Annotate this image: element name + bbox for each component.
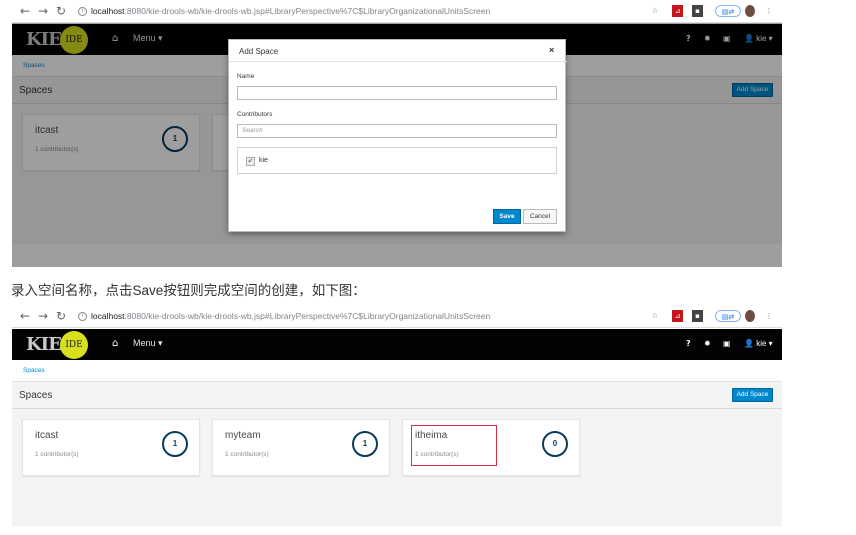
cancel-button[interactable]: Cancel	[523, 209, 557, 224]
app-navbar: KIE IDE ⌂ Menu ▾ ? ✹ ▣ 👤 kie ▾	[12, 329, 782, 360]
space-project-count: 0	[542, 431, 568, 457]
arrow-left-icon[interactable]: ←	[18, 3, 32, 19]
extension-icon[interactable]: ▪	[692, 5, 703, 17]
space-name: itcast	[35, 430, 59, 441]
add-space-button[interactable]: Add Space	[732, 388, 773, 402]
space-project-count: 1	[162, 431, 188, 457]
close-icon[interactable]: ×	[549, 45, 554, 55]
user-name: kie	[756, 339, 767, 348]
breadcrumb: Spaces	[12, 360, 782, 382]
kie-logo[interactable]: KIE	[26, 334, 62, 355]
contributors-list: ✔ kie	[237, 147, 557, 174]
dialog-title: Add Space	[239, 47, 279, 56]
space-contributors: 1 contributor(s)	[415, 451, 459, 458]
dialog-header: Add Space ×	[229, 40, 567, 62]
screenshot-spaces-after-save: ← → ↻ i localhost:8080/kie-drools-wb/kie…	[12, 305, 782, 526]
contributors-label: Contributors	[237, 111, 273, 118]
page-header: Spaces Add Space	[12, 382, 782, 409]
translate-extension-icon[interactable]: ▤⇄	[715, 5, 741, 17]
pdf-extension-icon[interactable]: ⊿	[672, 5, 683, 17]
user-menu[interactable]: 👤 kie ▾	[744, 339, 773, 348]
add-space-dialog: Add Space × Name Contributors Search ✔ k…	[228, 39, 567, 232]
briefcase-icon[interactable]: ▣	[723, 339, 731, 348]
contributor-checkbox[interactable]: ✔	[246, 157, 255, 166]
arrow-left-icon[interactable]: ←	[18, 308, 32, 324]
star-icon[interactable]: ☆	[650, 310, 660, 322]
space-project-count: 1	[352, 431, 378, 457]
site-info-icon[interactable]: i	[78, 7, 87, 16]
space-name: myteam	[225, 430, 261, 441]
translate-extension-icon[interactable]: ▤⇄	[715, 310, 741, 322]
arrow-right-icon[interactable]: →	[36, 308, 50, 324]
reload-icon[interactable]: ↻	[54, 3, 68, 19]
kebab-menu-icon[interactable]: ⋮	[765, 5, 773, 17]
space-contributors: 1 contributor(s)	[225, 451, 269, 458]
save-button[interactable]: Save	[493, 209, 521, 224]
space-card-new[interactable]: itheima 1 contributor(s) 0	[402, 419, 580, 476]
extension-icon[interactable]: ▪	[692, 310, 703, 322]
star-icon[interactable]: ☆	[650, 5, 660, 17]
contributors-search-input[interactable]: Search	[237, 124, 557, 138]
help-icon[interactable]: ?	[686, 339, 691, 348]
kebab-menu-icon[interactable]: ⋮	[765, 310, 773, 322]
space-card[interactable]: myteam 1 contributor(s) 1	[212, 419, 390, 476]
name-label: Name	[237, 73, 255, 80]
space-name-input[interactable]	[237, 86, 557, 100]
page-title: Spaces	[19, 390, 53, 401]
space-contributors: 1 contributor(s)	[35, 451, 79, 458]
profile-avatar[interactable]	[745, 5, 755, 17]
reload-icon[interactable]: ↻	[54, 308, 68, 324]
home-icon[interactable]: ⌂	[112, 338, 118, 349]
url-host: localhost	[91, 6, 125, 16]
url-path: :8080/kie-drools-wb/kie-drools-wb.jsp#Li…	[124, 311, 491, 321]
site-info-icon[interactable]: i	[78, 312, 87, 321]
pdf-extension-icon[interactable]: ⊿	[672, 310, 683, 322]
browser-toolbar: ← → ↻ i localhost:8080/kie-drools-wb/kie…	[12, 0, 782, 23]
address-bar[interactable]: localhost:8080/kie-drools-wb/kie-drools-…	[91, 3, 490, 19]
menu-label: Menu	[133, 338, 156, 348]
arrow-right-icon[interactable]: →	[36, 3, 50, 19]
breadcrumb-spaces-link[interactable]: Spaces	[23, 367, 45, 374]
screenshot-add-space-dialog: ← → ↻ i localhost:8080/kie-drools-wb/kie…	[12, 0, 782, 267]
space-name: itheima	[415, 430, 448, 441]
profile-avatar[interactable]	[745, 310, 755, 322]
url-path: :8080/kie-drools-wb/kie-drools-wb.jsp#Li…	[124, 6, 491, 16]
url-host: localhost	[91, 311, 125, 321]
address-bar[interactable]: localhost:8080/kie-drools-wb/kie-drools-…	[91, 308, 490, 324]
gear-icon[interactable]: ✹	[704, 339, 711, 348]
spaces-list: itcast 1 contributor(s) 1 myteam 1 contr…	[12, 409, 782, 526]
instruction-caption: 录入空间名称，点击Save按钮则完成空间的创建，如下图：	[11, 283, 366, 298]
ide-logo-badge: IDE	[60, 331, 88, 359]
space-card[interactable]: itcast 1 contributor(s) 1	[22, 419, 200, 476]
browser-toolbar: ← → ↻ i localhost:8080/kie-drools-wb/kie…	[12, 305, 782, 328]
contributor-name: kie	[259, 157, 268, 164]
menu-dropdown[interactable]: Menu ▾	[133, 338, 163, 349]
